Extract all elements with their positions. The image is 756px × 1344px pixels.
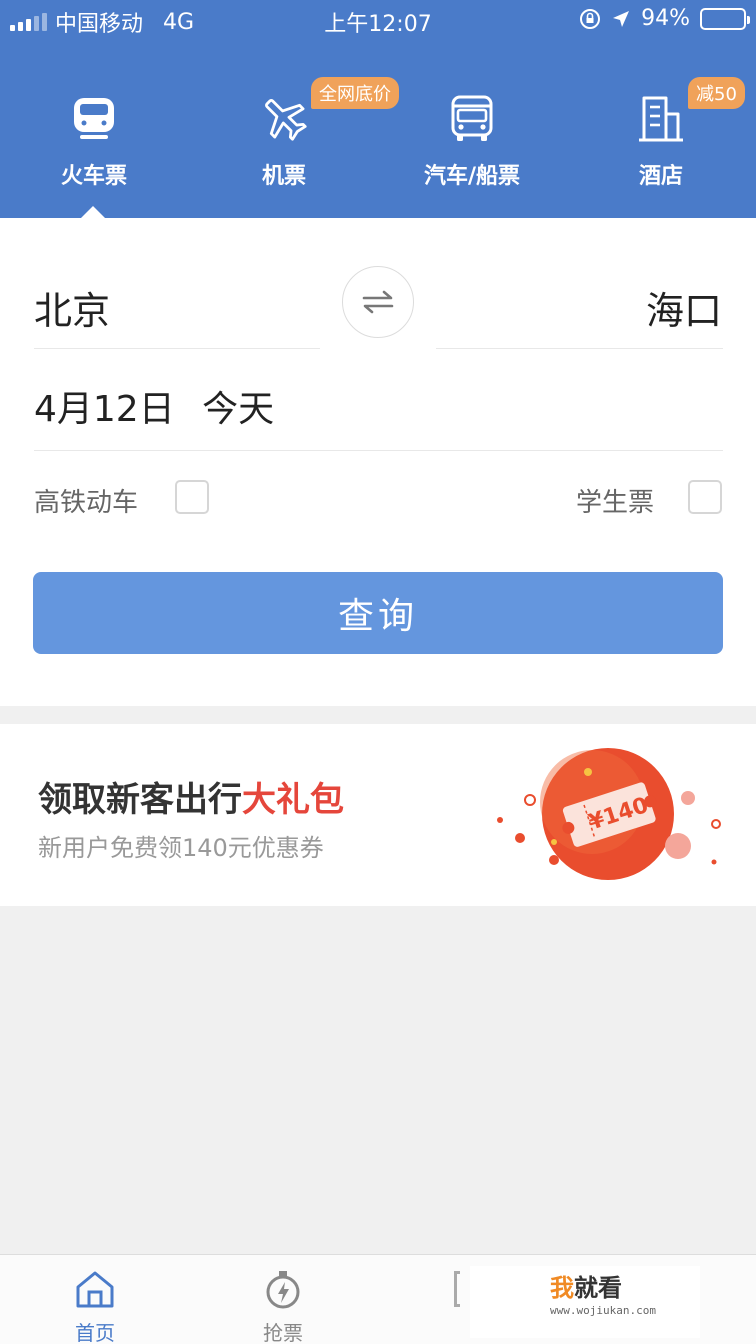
promo-title: 领取新客出行大礼包 (38, 772, 344, 821)
date-relative-label: 今天 (202, 389, 275, 430)
tab-label: 抢票 (263, 1321, 303, 1344)
high-speed-checkbox[interactable] (175, 480, 209, 514)
student-ticket-checkbox[interactable] (688, 480, 722, 514)
airplane-icon (265, 99, 307, 141)
category-bus-ship[interactable]: 汽车/船票 (402, 92, 542, 190)
bus-icon (451, 95, 493, 141)
date-divider (34, 450, 723, 451)
category-label: 汽车/船票 (423, 164, 521, 189)
status-right: 94% (579, 6, 750, 31)
date-value: 4月12日 (34, 389, 175, 430)
active-tab-pointer (81, 206, 105, 218)
tab-label: 首页 (75, 1321, 115, 1344)
query-button[interactable]: 查询 (33, 572, 723, 654)
train-icon (74, 98, 114, 139)
promo-title-highlight: 大礼包 (242, 780, 344, 820)
promo-subtitle: 新用户免费领140元优惠券 (38, 834, 324, 862)
high-speed-label: 高铁动车 (34, 488, 139, 518)
ticket-search-form: 北京 海口 4月12日 今天 高铁动车 学生票 查询 (0, 218, 756, 706)
to-city[interactable]: 海口 (646, 280, 722, 335)
category-train[interactable]: 火车票 (24, 92, 164, 190)
stopwatch-icon (266, 1271, 300, 1309)
battery-icon (700, 7, 750, 30)
home-icon (76, 1271, 114, 1308)
to-city-divider (436, 348, 723, 349)
tab-home[interactable]: 首页 (35, 1267, 155, 1344)
lowest-price-badge: 全网底价 (311, 77, 399, 109)
category-label: 酒店 (638, 164, 683, 189)
departure-date[interactable]: 4月12日 今天 (34, 380, 274, 432)
status-bar: 中国移动 4G 上午12:07 94% (0, 0, 756, 38)
header-bar: 中国移动 4G 上午12:07 94% 火车票 机票 全网底价 汽车/船票 酒店… (0, 0, 756, 218)
discount-badge: 减50 (688, 77, 745, 109)
battery-percent: 94% (641, 6, 690, 31)
watermark-url: www.wojiukan.com (550, 1304, 656, 1317)
hotel-building-icon (639, 96, 683, 142)
tab-grab-tickets[interactable]: 抢票 (223, 1267, 343, 1344)
new-user-promo-banner[interactable]: 领取新客出行大礼包 新用户免费领140元优惠券 ¥140 (0, 724, 756, 906)
promo-title-prefix: 领取新客出行 (38, 780, 242, 820)
from-city[interactable]: 北京 (34, 280, 110, 335)
coupon-illustration: ¥140 (497, 748, 721, 880)
tab-partial-icon (454, 1271, 460, 1307)
category-label: 火车票 (60, 164, 127, 189)
orientation-lock-icon (580, 8, 601, 29)
watermark-logo: 我就看 www.wojiukan.com (470, 1266, 700, 1338)
location-arrow-icon (613, 10, 630, 27)
student-ticket-label: 学生票 (576, 488, 655, 518)
watermark-text: 我就看 (550, 1274, 622, 1302)
from-city-divider (34, 348, 320, 349)
swap-cities-button[interactable] (342, 266, 414, 338)
swap-arrows-icon (362, 290, 394, 314)
category-label: 机票 (261, 164, 306, 189)
